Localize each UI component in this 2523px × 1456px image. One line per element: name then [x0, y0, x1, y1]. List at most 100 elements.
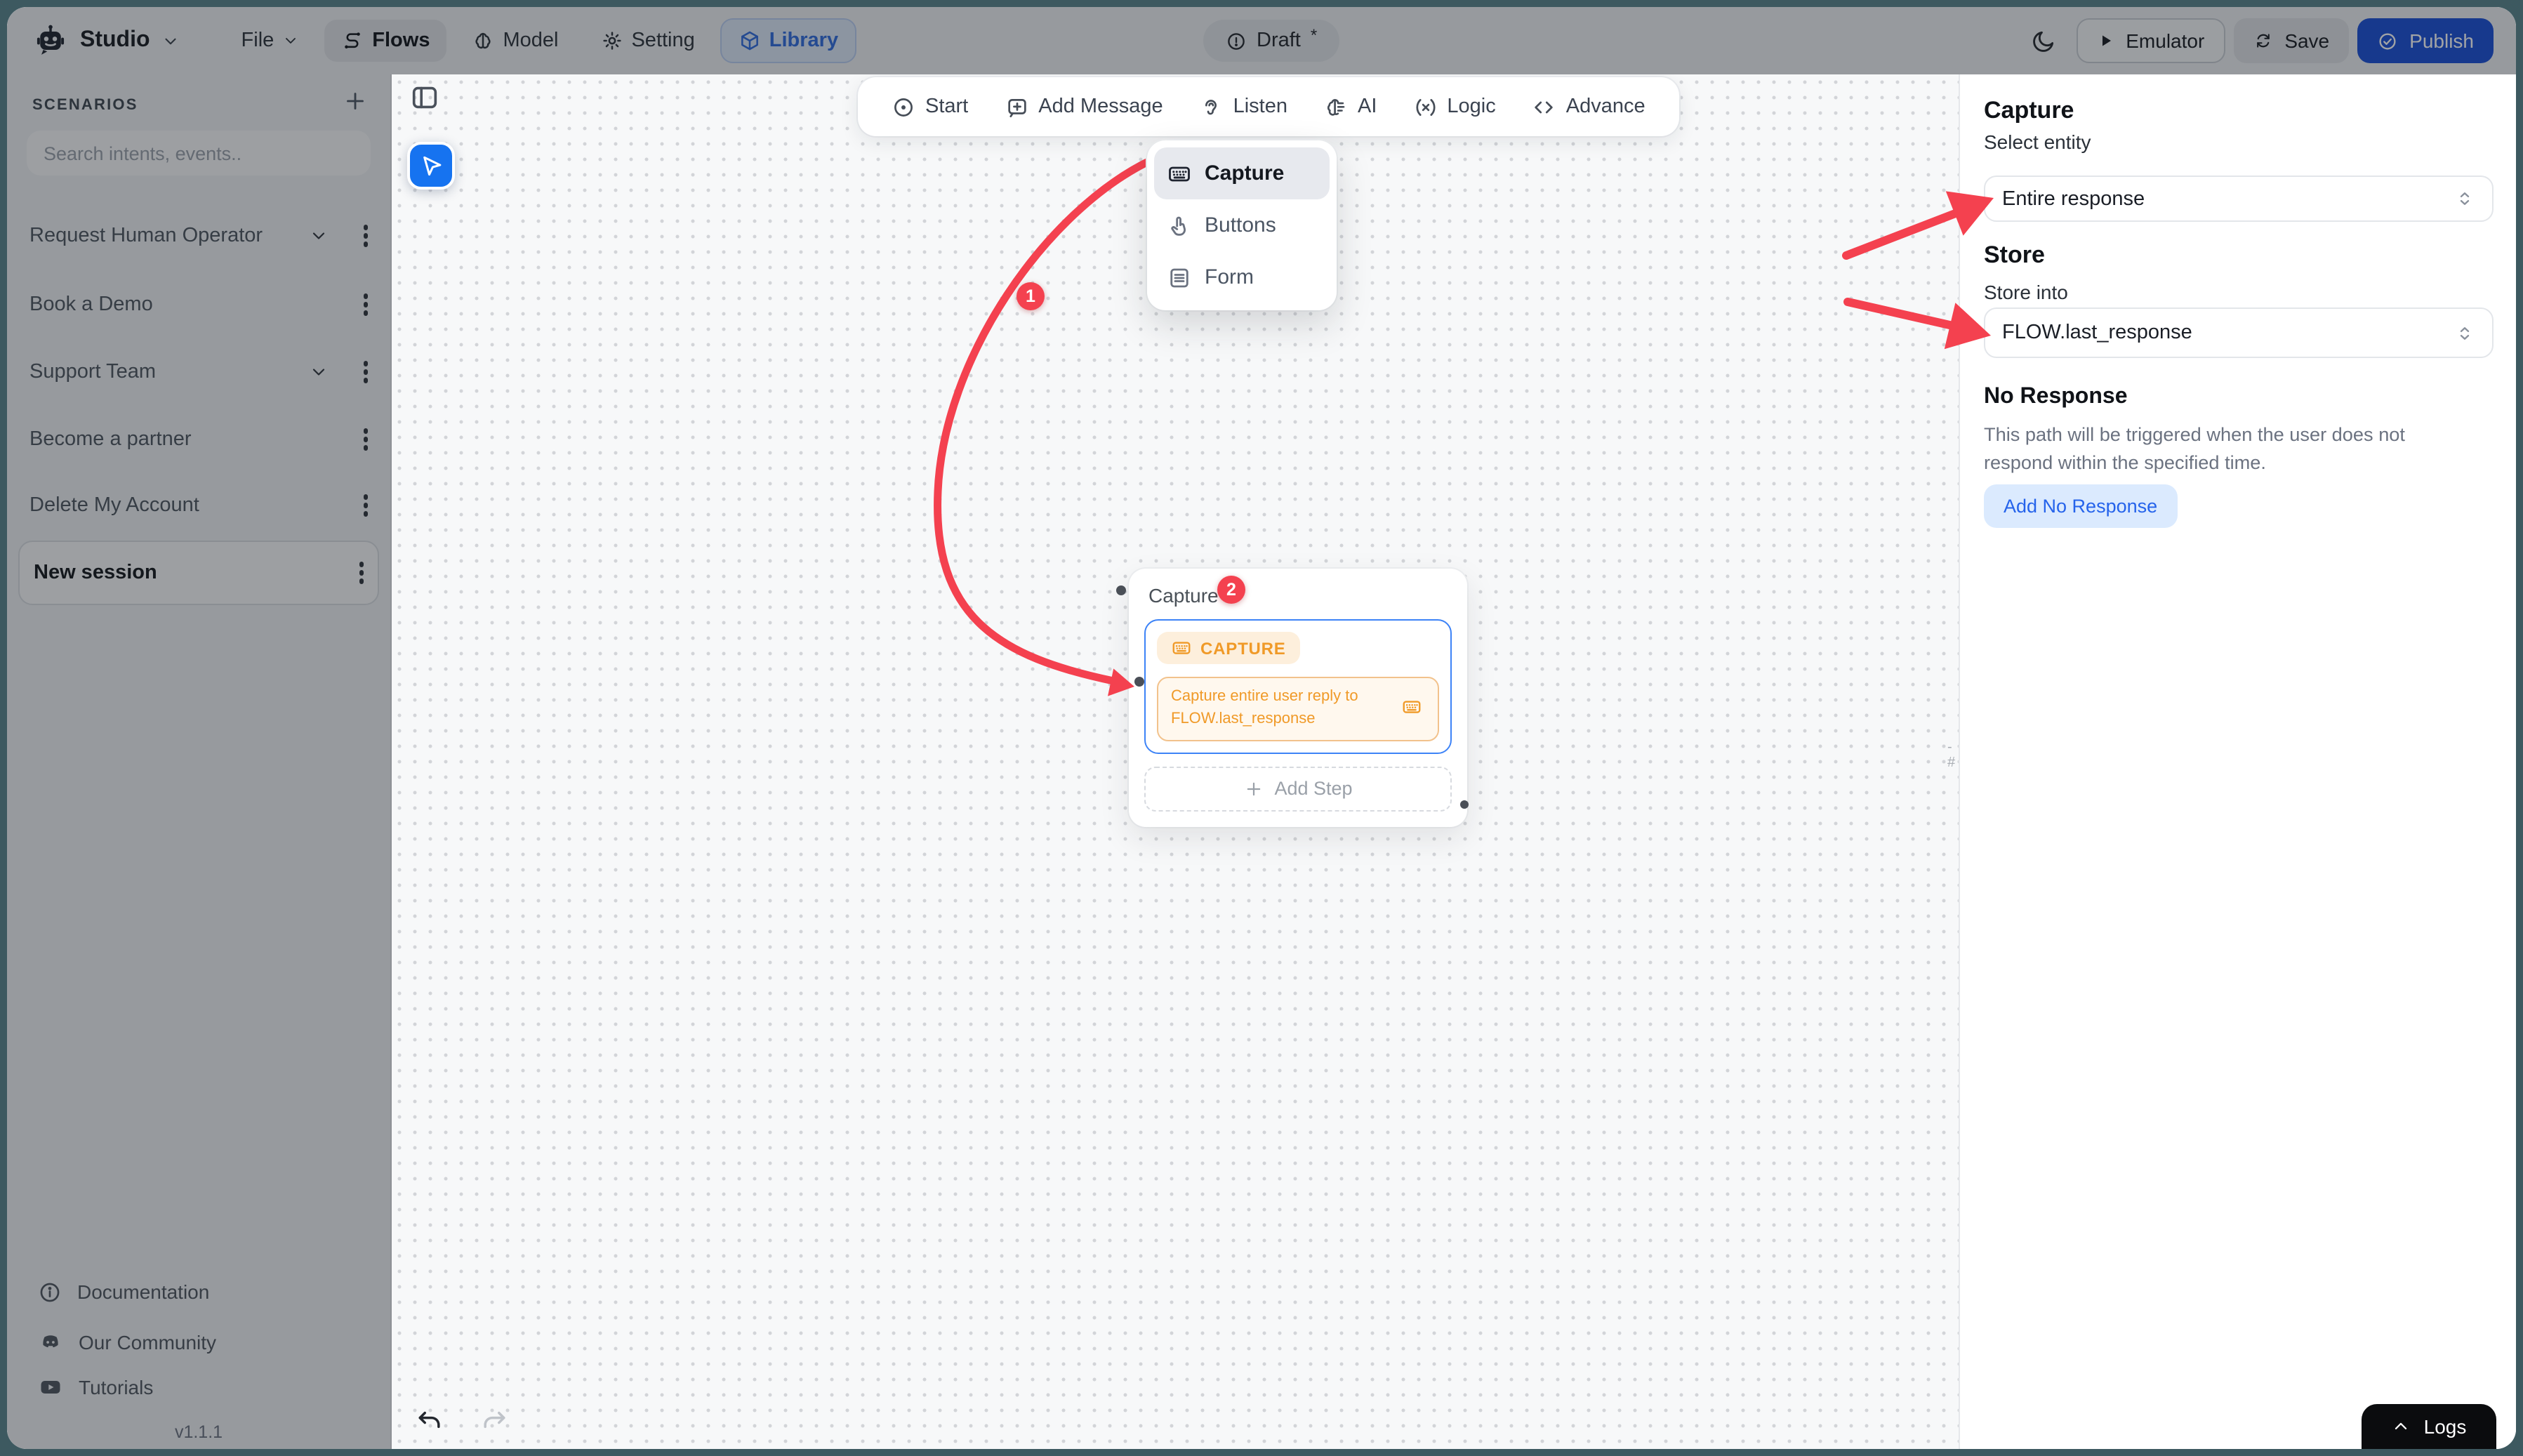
menu-item-label: Buttons — [1205, 213, 1276, 237]
capture-tag: CAPTURE — [1157, 632, 1300, 664]
dark-mode-icon[interactable] — [2030, 27, 2057, 54]
logs-label: Logs — [2423, 1415, 2467, 1438]
chevrons-up-down-icon — [2460, 192, 2470, 205]
tab-model[interactable]: Model — [455, 20, 575, 62]
sidebar-item-become-a-partner[interactable]: Become a partner — [7, 418, 390, 461]
toolbar-listen[interactable]: Listen — [1200, 95, 1287, 119]
tab-flows[interactable]: Flows — [324, 20, 447, 62]
toolbar-start[interactable]: Start — [892, 95, 968, 119]
tab-library[interactable]: Library — [720, 18, 857, 63]
capture-node[interactable]: Capture CAPTURE Capture entire user repl… — [1129, 569, 1467, 827]
tutorials-link[interactable]: Tutorials — [7, 1368, 390, 1407]
tab-model-label: Model — [503, 29, 559, 52]
community-link[interactable]: Our Community — [7, 1323, 390, 1362]
flow-canvas[interactable]: Start Add Message Listen AI Logic Advanc… — [378, 74, 1959, 1449]
scenario-label: Become a partner — [29, 428, 192, 451]
add-no-response-button[interactable]: Add No Response — [1984, 484, 2178, 528]
toolbar-label: Start — [925, 95, 969, 118]
sidebar-item-request-human-operator[interactable]: Request Human Operator — [7, 215, 390, 257]
draft-label: Draft — [1257, 29, 1301, 52]
publish-button[interactable]: Publish — [2357, 18, 2494, 63]
gear-icon — [602, 32, 621, 50]
toolbar-logic[interactable]: Logic — [1413, 95, 1496, 119]
step-input-port[interactable] — [1134, 677, 1144, 687]
store-select-value: FLOW.last_response — [2002, 322, 2192, 344]
menu-item-form[interactable]: Form — [1154, 251, 1330, 303]
unsaved-mark: * — [1310, 25, 1318, 45]
sidebar-item-support-team[interactable]: Support Team — [7, 351, 390, 393]
menu-file-label: File — [241, 29, 274, 52]
kebab-menu-icon[interactable] — [363, 491, 368, 519]
capture-tag-label: CAPTURE — [1200, 638, 1286, 658]
capture-step-text: Capture entire user reply to FLOW.last_r… — [1171, 688, 1358, 727]
entity-label: Select entity — [1984, 131, 2091, 153]
menu-item-buttons[interactable]: Buttons — [1154, 199, 1330, 251]
emulator-button[interactable]: Emulator — [2077, 18, 2226, 63]
scenario-label: New session — [34, 562, 157, 584]
ai-brain-icon — [1327, 98, 1345, 115]
scenario-label: Support Team — [29, 361, 157, 383]
save-label: Save — [2284, 29, 2330, 52]
chevron-down-icon[interactable] — [309, 226, 329, 246]
chevron-down-icon — [286, 38, 296, 44]
search-input[interactable] — [27, 131, 371, 176]
entity-select[interactable]: Entire response — [1984, 176, 2494, 222]
add-step-button[interactable]: Add Step — [1144, 766, 1452, 812]
message-plus-icon — [1007, 98, 1026, 117]
undo-icon[interactable] — [414, 1407, 445, 1438]
toolbar-add-message[interactable]: Add Message — [1005, 95, 1163, 119]
logs-button[interactable]: Logs — [2362, 1404, 2496, 1449]
kebab-menu-icon[interactable] — [363, 221, 368, 250]
menu-file[interactable]: File — [225, 20, 317, 62]
sidebar-item-new-session[interactable]: New session — [18, 541, 379, 605]
publish-label: Publish — [2409, 29, 2474, 52]
tab-setting-label: Setting — [631, 29, 695, 52]
node-input-port[interactable] — [1116, 585, 1126, 595]
node-output-port[interactable] — [1460, 800, 1469, 809]
panel-splitter-handle[interactable]: -# — [1947, 740, 1959, 771]
save-button[interactable]: Save — [2234, 18, 2350, 63]
entity-select-value: Entire response — [2002, 187, 2145, 210]
kebab-menu-icon[interactable] — [363, 290, 368, 319]
emulator-label: Emulator — [2126, 29, 2205, 52]
sidebar-item-book-a-demo[interactable]: Book a Demo — [7, 284, 390, 326]
capture-step-body[interactable]: Capture entire user reply to FLOW.last_r… — [1157, 677, 1439, 741]
kebab-menu-icon[interactable] — [363, 425, 368, 454]
flows-icon — [345, 32, 361, 49]
add-no-response-label: Add No Response — [2004, 496, 2158, 517]
redo-icon[interactable] — [479, 1407, 510, 1438]
cursor-icon — [423, 155, 441, 176]
store-select[interactable]: FLOW.last_response — [1984, 307, 2494, 358]
kebab-menu-icon[interactable] — [359, 558, 364, 587]
app-window: Studio File Flows Model Setting Library … — [0, 0, 2523, 1456]
footer-label: Tutorials — [79, 1376, 154, 1398]
keyboard-icon — [1403, 701, 1421, 713]
draft-status-badge[interactable]: Draft * — [1203, 20, 1340, 62]
tab-setting[interactable]: Setting — [583, 20, 711, 62]
capture-step[interactable]: CAPTURE Capture entire user reply to FLO… — [1144, 619, 1452, 754]
scenario-label: Delete My Account — [29, 494, 199, 517]
kebab-menu-icon[interactable] — [363, 357, 368, 386]
start-icon — [894, 98, 913, 116]
footer-label: Our Community — [79, 1331, 217, 1354]
add-scenario-button[interactable] — [343, 88, 368, 114]
no-response-description: This path will be triggered when the use… — [1984, 424, 2405, 474]
toolbar-advance[interactable]: Advance — [1532, 95, 1645, 119]
chevron-down-icon[interactable] — [309, 362, 329, 382]
app-frame: Studio File Flows Model Setting Library … — [7, 7, 2516, 1449]
youtube-icon — [41, 1381, 60, 1394]
toolbar-ai[interactable]: AI — [1324, 95, 1377, 119]
play-icon — [2102, 35, 2112, 46]
check-circle-icon — [2379, 32, 2396, 49]
keyboard-icon — [1169, 166, 1190, 181]
panel-toggle-icon[interactable] — [409, 81, 441, 114]
documentation-link[interactable]: Documentation — [7, 1272, 390, 1311]
select-tool-button[interactable] — [407, 142, 455, 190]
menu-item-capture[interactable]: Capture — [1154, 147, 1330, 199]
menu-item-label: Form — [1205, 265, 1254, 289]
robot-logo-icon — [37, 25, 65, 55]
sidebar-item-delete-my-account[interactable]: Delete My Account — [7, 484, 390, 527]
brand-menu[interactable]: Studio — [32, 22, 180, 59]
store-into-label: Store into — [1984, 281, 2068, 303]
history-controls — [414, 1407, 510, 1438]
